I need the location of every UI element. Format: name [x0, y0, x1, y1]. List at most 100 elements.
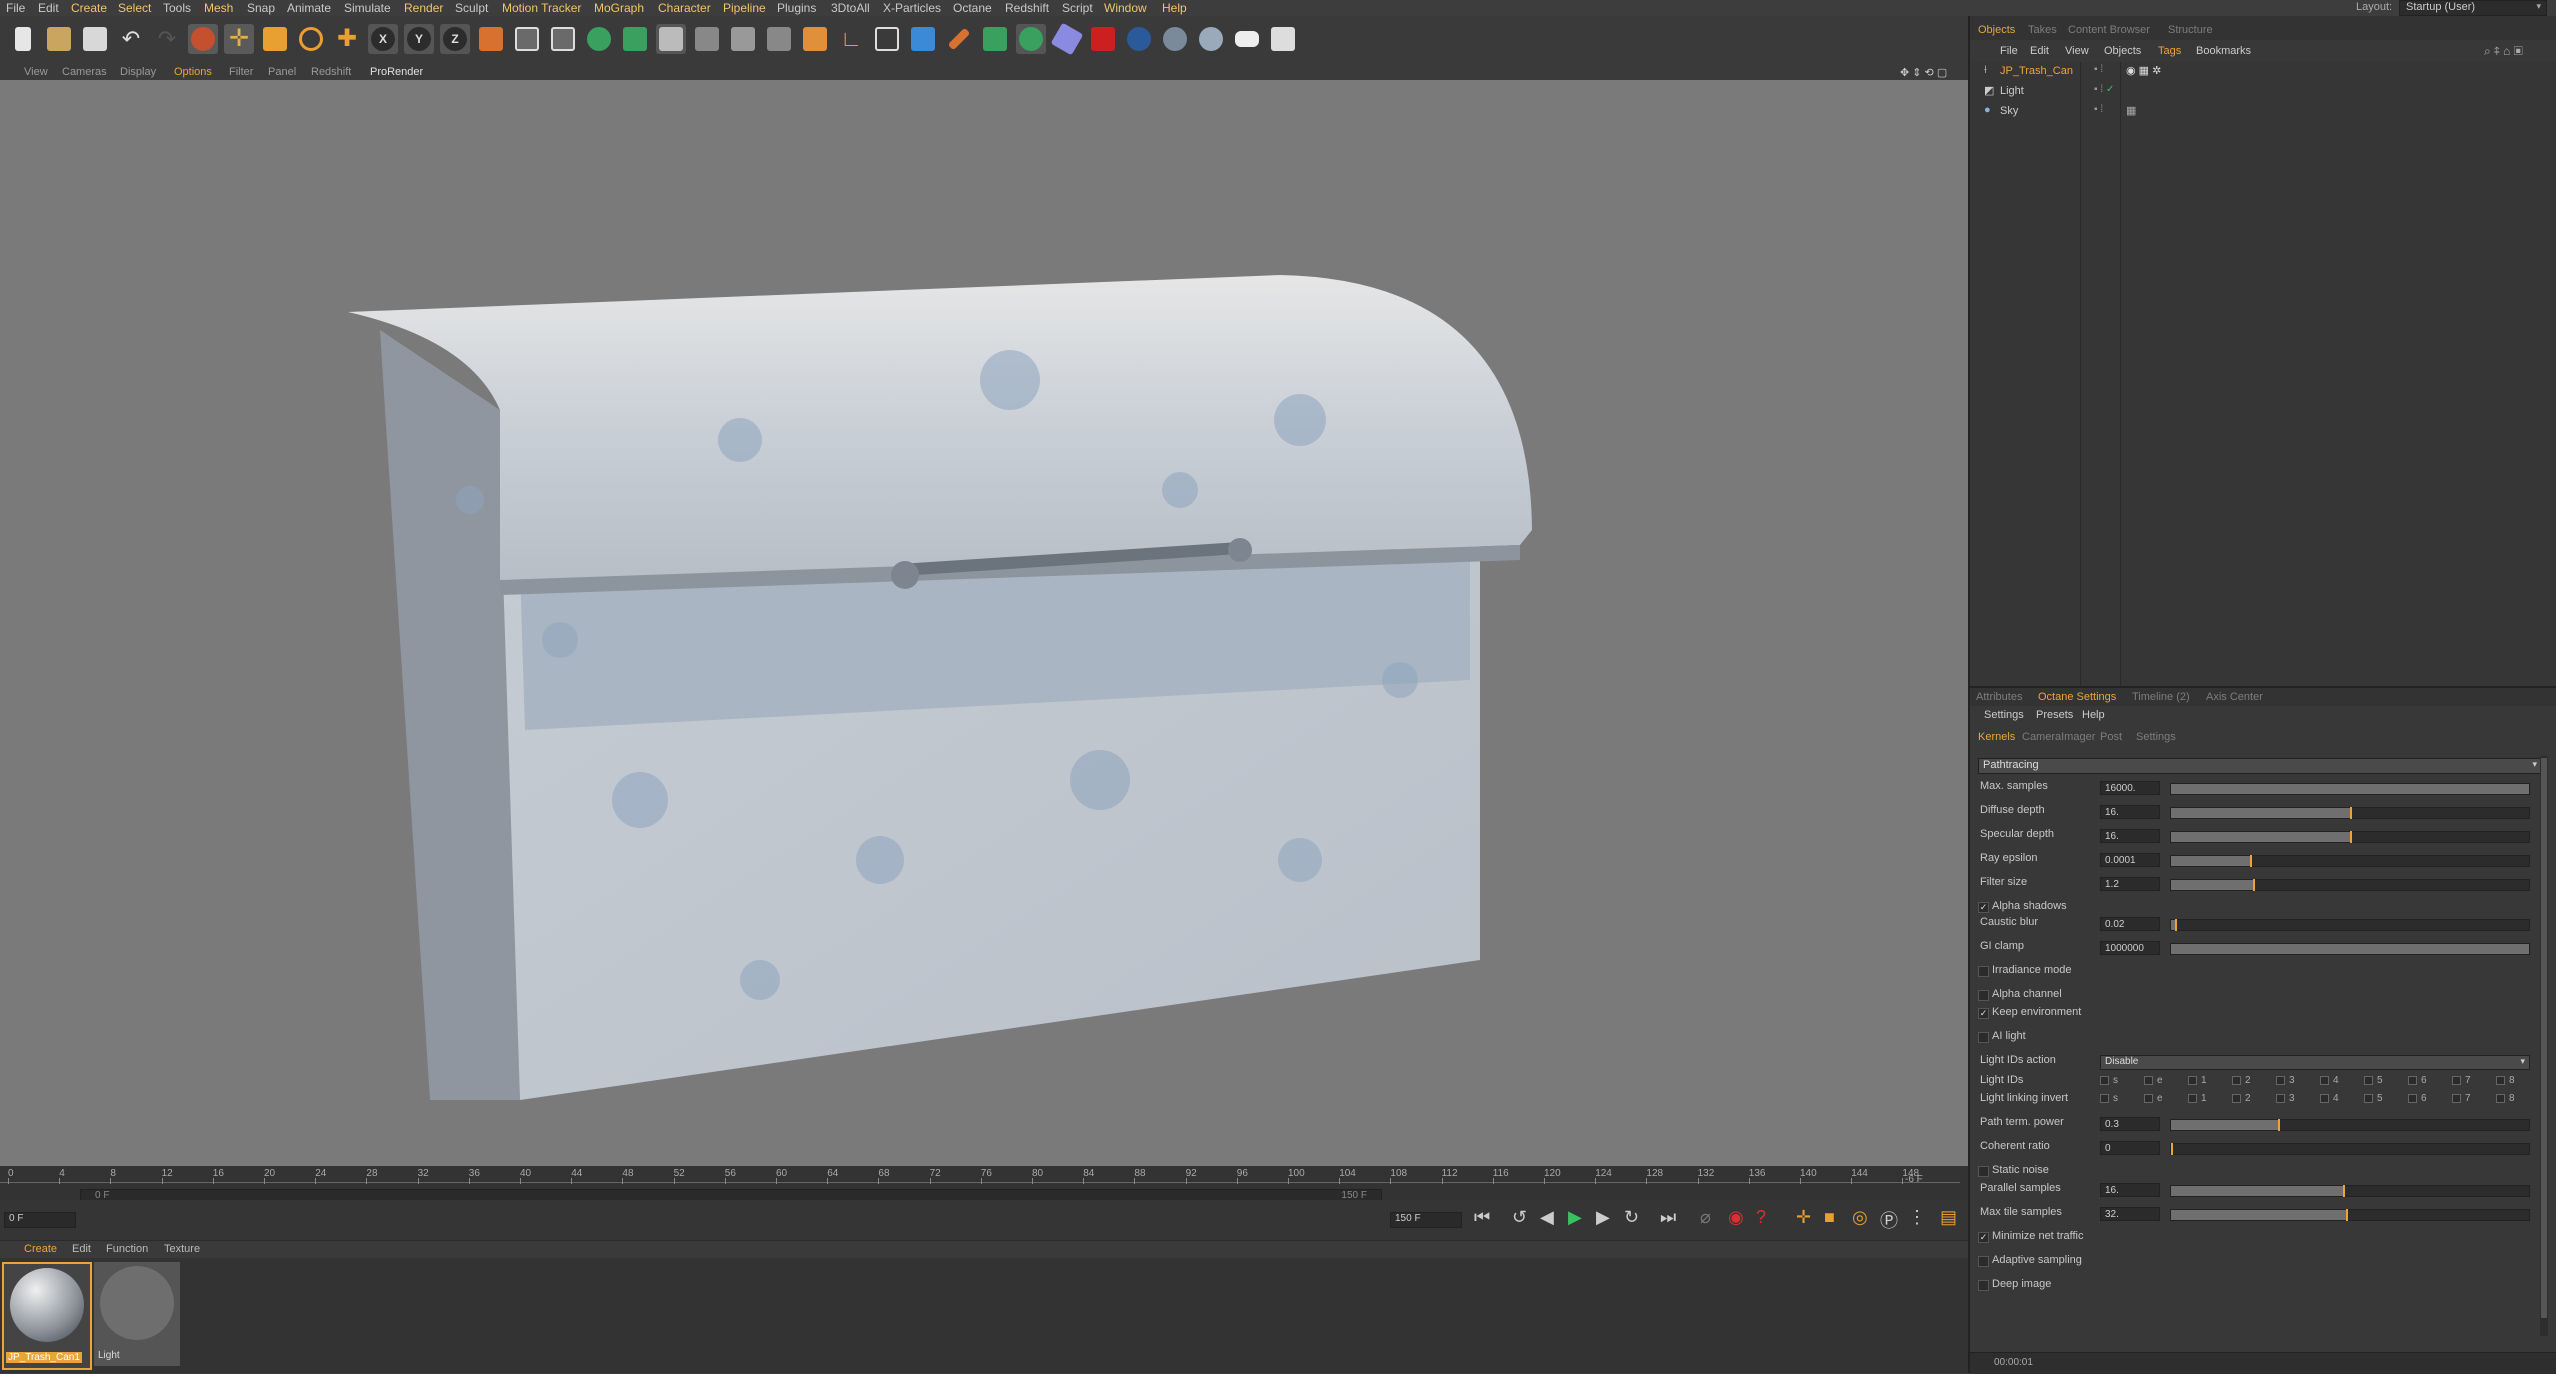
menu-file[interactable]: File: [6, 1, 25, 15]
menu-render[interactable]: Render: [404, 1, 443, 15]
viewport-menu-options[interactable]: Options: [174, 66, 212, 78]
current-frame-field[interactable]: 0 F: [4, 1212, 76, 1228]
light-id-checkbox[interactable]: 4: [2320, 1075, 2339, 1086]
octane-material-button[interactable]: [1196, 24, 1226, 54]
menu-help[interactable]: Help: [1162, 1, 1187, 15]
octane-light-button[interactable]: [1232, 24, 1262, 54]
menu-create[interactable]: Create: [71, 1, 107, 15]
next-key-icon[interactable]: ↻: [1624, 1207, 1639, 1228]
param-slider[interactable]: [2170, 1185, 2530, 1197]
light-id-checkbox[interactable]: 1: [2188, 1093, 2207, 1104]
light-id-checkbox[interactable]: 5: [2364, 1093, 2383, 1104]
light-id-checkbox[interactable]: 5: [2364, 1075, 2383, 1086]
param-slider[interactable]: [2170, 943, 2530, 955]
redo-button[interactable]: ↷: [152, 24, 182, 54]
param-slider[interactable]: [2170, 879, 2530, 891]
floor-button[interactable]: [872, 24, 902, 54]
alpha-shadows-checkbox[interactable]: ✓: [1978, 902, 1989, 913]
param-slider[interactable]: [2170, 1209, 2530, 1221]
menu-pipeline[interactable]: Pipeline: [723, 1, 766, 15]
param-field[interactable]: 16000.: [2100, 781, 2160, 795]
om-menu-bookmarks[interactable]: Bookmarks: [2196, 45, 2251, 57]
light-id-checkbox[interactable]: s: [2100, 1075, 2118, 1086]
viewport-menu-filter[interactable]: Filter: [229, 66, 253, 78]
tab-objects[interactable]: Objects: [1978, 24, 2015, 36]
y-axis-button[interactable]: Y: [404, 24, 434, 54]
param-field[interactable]: 0.3: [2100, 1117, 2160, 1131]
deep-image-checkbox[interactable]: [1978, 1280, 1989, 1291]
menu-simulate[interactable]: Simulate: [344, 1, 391, 15]
transform-tool-button[interactable]: ✚: [332, 24, 362, 54]
om-menu-view[interactable]: View: [2065, 45, 2089, 57]
param-slider[interactable]: [2170, 831, 2530, 843]
previous-key-icon[interactable]: ↺: [1512, 1207, 1527, 1228]
record-key-icon[interactable]: ◉: [1728, 1207, 1744, 1228]
save-file-button[interactable]: [80, 24, 110, 54]
x-axis-button[interactable]: X: [368, 24, 398, 54]
attr-menu-help[interactable]: Help: [2082, 709, 2105, 721]
help-key-icon[interactable]: ?: [1756, 1207, 1766, 1228]
menu-character[interactable]: Character: [658, 1, 711, 15]
menu-window[interactable]: Window: [1104, 1, 1147, 15]
deformer-button[interactable]: ∟: [836, 24, 866, 54]
max-frame-field[interactable]: 150 F: [1390, 1212, 1462, 1228]
array-button[interactable]: [764, 24, 794, 54]
tab-content-browser[interactable]: Content Browser: [2068, 24, 2150, 36]
attributes-scrollbar[interactable]: [2540, 756, 2548, 1336]
sculpt-button[interactable]: [980, 24, 1010, 54]
octane-live-viewer-button[interactable]: [620, 24, 650, 54]
menu-octane[interactable]: Octane: [953, 1, 992, 15]
camera-object-button[interactable]: [908, 24, 938, 54]
viewport-nav-icons[interactable]: ✥ ⇕ ⟲ ▢: [1900, 66, 1947, 79]
visibility-icon[interactable]: ▪ ⁞: [2094, 104, 2103, 115]
light-id-checkbox[interactable]: 3: [2276, 1093, 2295, 1104]
step-forward-icon[interactable]: ▶: [1596, 1207, 1610, 1228]
irradiance-mode-checkbox[interactable]: [1978, 966, 1989, 977]
timeline-window-icon[interactable]: ▤: [1940, 1207, 1957, 1228]
tab-structure[interactable]: Structure: [2168, 24, 2213, 36]
visibility-icon[interactable]: ▪ ⁞: [2094, 84, 2103, 95]
tab-timeline[interactable]: Timeline (2): [2132, 691, 2190, 703]
open-file-button[interactable]: [44, 24, 74, 54]
environment-button[interactable]: [1160, 24, 1190, 54]
param-field[interactable]: 0.02: [2100, 917, 2160, 931]
adaptive-sampling-checkbox[interactable]: [1978, 1256, 1989, 1267]
light-id-checkbox[interactable]: 8: [2496, 1075, 2515, 1086]
menu-animate[interactable]: Animate: [287, 1, 331, 15]
check-icon[interactable]: ✓: [2106, 84, 2114, 95]
menu-x-particles[interactable]: X-Particles: [883, 1, 941, 15]
render-settings-button[interactable]: [584, 24, 614, 54]
cube-button[interactable]: [656, 24, 686, 54]
menu-snap[interactable]: Snap: [247, 1, 275, 15]
om-menu-edit[interactable]: Edit: [2030, 45, 2049, 57]
om-menu-file[interactable]: File: [2000, 45, 2018, 57]
light-id-checkbox[interactable]: 3: [2276, 1075, 2295, 1086]
environment-tag-icon[interactable]: ▦: [2126, 104, 2136, 117]
step-back-icon[interactable]: ◀: [1540, 1207, 1554, 1228]
keep-environment-checkbox[interactable]: ✓: [1978, 1008, 1989, 1019]
subtab-post[interactable]: Post: [2100, 731, 2122, 743]
play-icon[interactable]: ▶: [1568, 1207, 1582, 1228]
param-field[interactable]: 0.0001: [2100, 853, 2160, 867]
extrude-button[interactable]: [728, 24, 758, 54]
menu-script[interactable]: Script: [1062, 1, 1093, 15]
param-field[interactable]: 16.: [2100, 829, 2160, 843]
minimize-net-traffic-checkbox[interactable]: ✓: [1978, 1232, 1989, 1243]
coordinate-system-button[interactable]: [476, 24, 506, 54]
material-menu-create[interactable]: Create: [24, 1243, 57, 1255]
param-field[interactable]: 16.: [2100, 805, 2160, 819]
menu-tools[interactable]: Tools: [163, 1, 191, 15]
light-id-checkbox[interactable]: 2: [2232, 1093, 2251, 1104]
tab-axis-center[interactable]: Axis Center: [2206, 691, 2263, 703]
light-id-checkbox[interactable]: 8: [2496, 1093, 2515, 1104]
light-id-checkbox[interactable]: s: [2100, 1093, 2118, 1104]
record-button[interactable]: [1088, 24, 1118, 54]
scale-key-icon[interactable]: ■: [1824, 1207, 1835, 1228]
light-button[interactable]: [1050, 22, 1084, 56]
rotate-tool-button[interactable]: [296, 24, 326, 54]
pen-tool-button[interactable]: [944, 24, 974, 54]
tab-octane-settings[interactable]: Octane Settings: [2038, 691, 2116, 703]
position-key-icon[interactable]: ✛: [1796, 1207, 1811, 1228]
param-field[interactable]: 0: [2100, 1141, 2160, 1155]
attr-menu-settings[interactable]: Settings: [1984, 709, 2024, 721]
